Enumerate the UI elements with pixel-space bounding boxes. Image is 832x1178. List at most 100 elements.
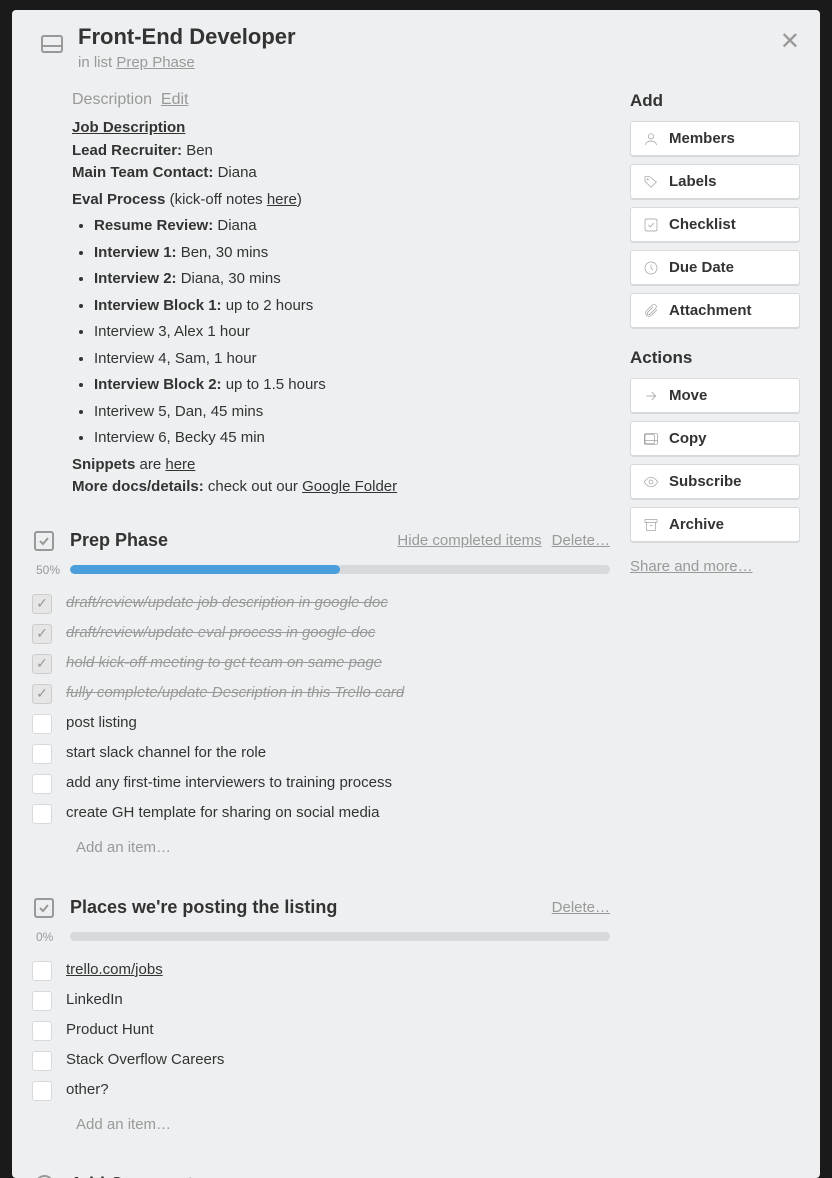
description-label: Description xyxy=(72,91,152,108)
progress-bar xyxy=(70,565,610,574)
duedate-label: Due Date xyxy=(669,259,734,276)
checkbox[interactable] xyxy=(32,1021,52,1041)
labels-label: Labels xyxy=(669,173,717,190)
description-body[interactable]: Job Description Lead Recruiter: Ben Main… xyxy=(72,117,610,499)
description-header: Description Edit xyxy=(72,91,610,109)
checkbox[interactable] xyxy=(32,804,52,824)
card-icon xyxy=(40,32,64,56)
checklist-item[interactable]: LinkedIn xyxy=(32,986,610,1016)
checklist-button[interactable]: Checklist xyxy=(630,207,800,242)
checklist-item-label: add any first-time interviewers to train… xyxy=(66,774,392,791)
checkbox[interactable] xyxy=(32,744,52,764)
progress-percent: 50% xyxy=(36,563,70,577)
checklist-item-label: start slack channel for the role xyxy=(66,744,266,761)
checklist-item-label: fully complete/update Description in thi… xyxy=(66,684,404,701)
checklist-item-label: post listing xyxy=(66,714,137,731)
hide-completed-link[interactable]: Hide completed items xyxy=(397,532,541,549)
checklist-item[interactable]: draft/review/update eval process in goog… xyxy=(32,619,610,649)
edit-description-link[interactable]: Edit xyxy=(161,91,189,108)
checkbox[interactable] xyxy=(32,1051,52,1071)
checklist-item-label: trello.com/jobs xyxy=(66,961,163,978)
copy-icon xyxy=(643,431,659,447)
eval-list-item: Interview 3, Alex 1 hour xyxy=(94,321,610,344)
checklist-item[interactable]: create GH template for sharing on social… xyxy=(32,799,610,829)
checklist-icon xyxy=(32,896,56,920)
checkbox[interactable] xyxy=(32,961,52,981)
eval-list-item: Resume Review: Diana xyxy=(94,215,610,238)
add-checklist-item[interactable]: Add an item… xyxy=(32,829,610,866)
duedate-button[interactable]: Due Date xyxy=(630,250,800,285)
labels-button[interactable]: Labels xyxy=(630,164,800,199)
checklist-item[interactable]: post listing xyxy=(32,709,610,739)
eval-notes-link[interactable]: here xyxy=(267,191,297,208)
checklist-title[interactable]: Prep Phase xyxy=(70,530,387,551)
checklist-item-label: create GH template for sharing on social… xyxy=(66,804,379,821)
checklist-item[interactable]: fully complete/update Description in thi… xyxy=(32,679,610,709)
add-comment-title: Add Comment xyxy=(70,1174,193,1178)
snippets-mid: are xyxy=(135,456,165,473)
attachment-button[interactable]: Attachment xyxy=(630,293,800,328)
delete-checklist-link[interactable]: Delete… xyxy=(552,532,610,549)
subscribe-button[interactable]: Subscribe xyxy=(630,464,800,499)
checklist-section: Prep Phase Hide completed items Delete… 50%… xyxy=(32,529,610,866)
checklist-item-label: draft/review/update eval process in goog… xyxy=(66,624,375,641)
checklist-item[interactable]: other? xyxy=(32,1076,610,1106)
checklist-item-label: Stack Overflow Careers xyxy=(66,1051,224,1068)
checklist-actions: Delete… xyxy=(542,899,610,916)
archive-button[interactable]: Archive xyxy=(630,507,800,542)
checklist-item[interactable]: Stack Overflow Careers xyxy=(32,1046,610,1076)
job-description-link[interactable]: Job Description xyxy=(72,119,185,136)
checklist-item[interactable]: draft/review/update job description in g… xyxy=(32,589,610,619)
checklist-item[interactable]: trello.com/jobs xyxy=(32,956,610,986)
delete-checklist-link[interactable]: Delete… xyxy=(552,899,610,916)
checkbox[interactable] xyxy=(32,654,52,674)
checkbox[interactable] xyxy=(32,624,52,644)
eval-process-label: Eval Process xyxy=(72,191,165,208)
move-button[interactable]: Move xyxy=(630,378,800,413)
members-label: Members xyxy=(669,130,735,147)
eval-list-item: Interview 1: Ben, 30 mins xyxy=(94,242,610,265)
main-contact-value: Diana xyxy=(213,164,256,181)
checklist-icon xyxy=(643,217,659,233)
members-button[interactable]: Members xyxy=(630,121,800,156)
close-button[interactable]: ✕ xyxy=(780,30,800,54)
checklist-icon xyxy=(32,529,56,553)
eval-list-item: Interview 4, Sam, 1 hour xyxy=(94,348,610,371)
card-title[interactable]: Front-End Developer xyxy=(78,24,296,50)
checklist-item-link[interactable]: trello.com/jobs xyxy=(66,961,163,978)
add-heading: Add xyxy=(630,91,800,111)
checkbox[interactable] xyxy=(32,774,52,794)
checklist-title[interactable]: Places we're posting the listing xyxy=(70,897,542,918)
card-list-location: in list Prep Phase xyxy=(78,54,296,71)
eval-list-item: Interivew 5, Dan, 45 mins xyxy=(94,401,610,424)
share-and-more-link[interactable]: Share and more… xyxy=(630,558,800,575)
checklist-item[interactable]: add any first-time interviewers to train… xyxy=(32,769,610,799)
checklist-item[interactable]: start slack channel for the role xyxy=(32,739,610,769)
add-checklist-item[interactable]: Add an item… xyxy=(32,1106,610,1143)
checklist-item[interactable]: hold kick-off meeting to get team on sam… xyxy=(32,649,610,679)
checkbox[interactable] xyxy=(32,594,52,614)
copy-button[interactable]: Copy xyxy=(630,421,800,456)
snippets-link[interactable]: here xyxy=(165,456,195,473)
checkbox[interactable] xyxy=(32,714,52,734)
add-comment-section: Add Comment xyxy=(32,1173,610,1178)
progress-fill xyxy=(70,565,340,574)
eval-list-item: Interview Block 2: up to 1.5 hours xyxy=(94,374,610,397)
checklist-item[interactable]: Product Hunt xyxy=(32,1016,610,1046)
subscribe-icon xyxy=(643,474,659,490)
comment-icon xyxy=(32,1173,56,1178)
google-folder-link[interactable]: Google Folder xyxy=(302,478,397,495)
checkbox[interactable] xyxy=(32,991,52,1011)
sidebar-column: Add Members Labels Checklist Due Date Attach… xyxy=(630,91,800,1178)
checkbox[interactable] xyxy=(32,1081,52,1101)
members-icon xyxy=(643,131,659,147)
progress-percent: 0% xyxy=(36,930,70,944)
card-list-prefix: in list xyxy=(78,54,116,71)
eval-list-item: Interview Block 1: up to 2 hours xyxy=(94,295,610,318)
checkbox[interactable] xyxy=(32,684,52,704)
snippets-label: Snippets xyxy=(72,456,135,473)
main-column: Description Edit Job Description Lead Re… xyxy=(32,91,610,1178)
card-list-link[interactable]: Prep Phase xyxy=(116,54,194,71)
actions-heading: Actions xyxy=(630,348,800,368)
lead-recruiter-label: Lead Recruiter: xyxy=(72,142,182,159)
